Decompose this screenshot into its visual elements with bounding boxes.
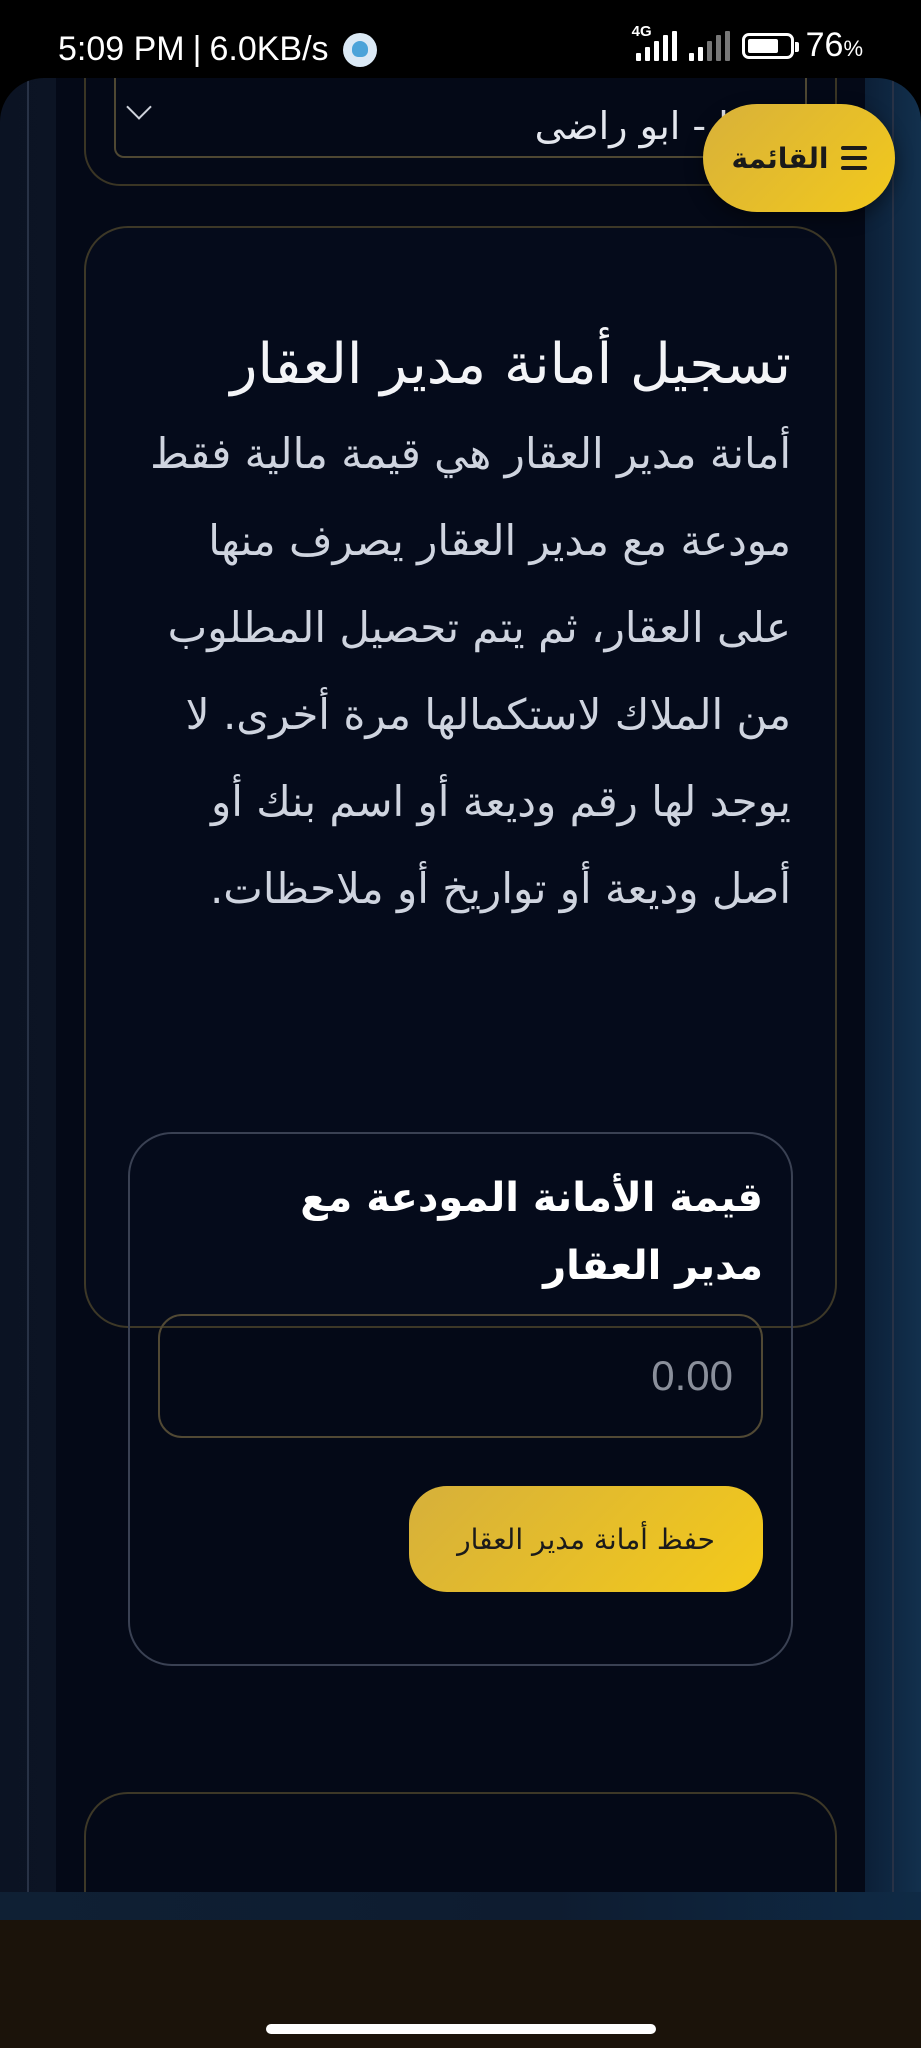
chevron-down-icon — [126, 94, 152, 120]
property-select[interactable]: ...ا - ابو راضى — [114, 78, 807, 158]
status-separator: | — [192, 30, 202, 68]
right-divider — [892, 78, 894, 1892]
home-indicator[interactable] — [266, 2024, 656, 2034]
next-card — [84, 1792, 837, 1892]
battery-icon — [741, 32, 799, 59]
network-type: 4G — [631, 22, 652, 40]
card-title: تسجيل أمانة مدير العقار — [230, 332, 791, 397]
left-divider — [27, 78, 29, 1892]
save-deposit-button[interactable]: حفظ أمانة مدير العقار — [409, 1486, 763, 1592]
network-speed: 6.0KB/s — [209, 30, 329, 68]
status-time: 5:09 PM — [58, 30, 185, 68]
deposit-form-panel: قيمة الأمانة المودعة مع مدير العقار حفظ … — [128, 1132, 793, 1666]
status-left: 5:09 PM | 6.0KB/s — [58, 30, 377, 69]
bottom-strip — [0, 1892, 921, 1920]
app-notification-icon — [342, 32, 377, 67]
signal-4g-icon: 4G — [632, 23, 677, 61]
phone-screen: 5:09 PM | 6.0KB/s 4G 76% ...ا - ابو راضى… — [0, 0, 921, 2048]
menu-button[interactable]: القائمة — [703, 104, 895, 212]
app-viewport[interactable]: ...ا - ابو راضى تسجيل أمانة مدير العقار … — [0, 78, 921, 1892]
status-right: 4G 76% — [632, 23, 863, 65]
card-description: أمانة مدير العقار هي قيمة مالية فقط مودع… — [150, 429, 791, 913]
battery-fill — [747, 38, 778, 53]
battery-percent: 76% — [805, 26, 863, 64]
deposit-amount-label: قيمة الأمانة المودعة مع مدير العقار — [300, 1175, 763, 1289]
navigation-bar — [0, 1920, 921, 2048]
deposit-amount-input[interactable] — [158, 1314, 763, 1438]
menu-button-label: القائمة — [731, 141, 829, 175]
signal-icon — [688, 30, 730, 61]
hamburger-icon — [840, 146, 867, 170]
